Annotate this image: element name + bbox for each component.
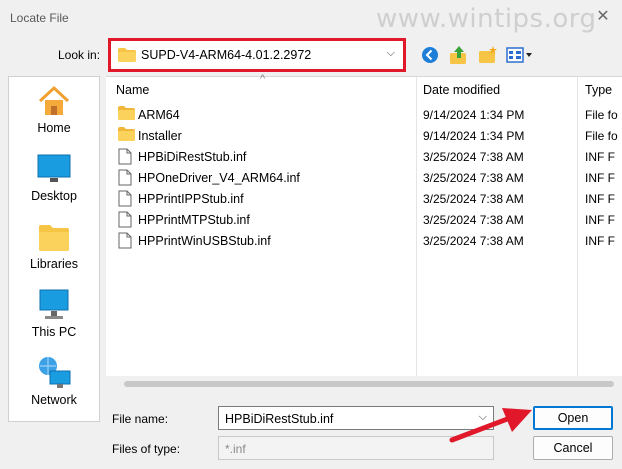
file-type: INF F (585, 192, 615, 206)
file-name: HPBiDiRestStub.inf (138, 150, 247, 164)
document-icon (118, 169, 132, 189)
title-bar: Locate File www.wintips.org ✕ (0, 0, 622, 34)
file-name: ARM64 (138, 108, 180, 122)
lookin-value: SUPD-V4-ARM64-4.01.2.2972 (141, 48, 312, 62)
file-name: HPPrintMTPStub.inf (138, 213, 250, 227)
file-row[interactable]: ARM64 9/14/2024 1:34 PM File fo (106, 104, 622, 125)
document-icon (118, 211, 132, 231)
filetype-label: Files of type: (112, 442, 181, 456)
file-date: 3/25/2024 7:38 AM (423, 192, 524, 206)
up-folder-icon[interactable] (447, 44, 471, 66)
file-date: 9/14/2024 1:34 PM (423, 108, 525, 122)
lookin-label: Look in: (58, 48, 101, 62)
column-header-date[interactable]: Date modified (423, 77, 500, 101)
filename-label: File name: (112, 412, 169, 426)
place-network-label: Network (31, 393, 77, 407)
file-type: INF F (585, 171, 615, 185)
libraries-icon (36, 219, 72, 255)
file-row[interactable]: HPBiDiRestStub.inf 3/25/2024 7:38 AM INF… (106, 146, 622, 167)
document-icon (118, 232, 132, 252)
watermark-text: www.wintips.org (376, 4, 597, 34)
places-bar: Home Desktop Libraries This PC Network (8, 76, 100, 422)
cancel-button[interactable]: Cancel (533, 436, 613, 460)
new-folder-icon[interactable] (476, 44, 500, 66)
horizontal-scrollbar[interactable] (106, 376, 622, 393)
place-this-pc[interactable]: This PC (9, 287, 99, 349)
place-desktop[interactable]: Desktop (9, 151, 99, 213)
window-title: Locate File (10, 11, 69, 25)
this-pc-icon (36, 287, 72, 323)
column-header-type[interactable]: Type (585, 77, 612, 101)
filename-value: HPBiDiRestStub.inf (225, 412, 334, 426)
place-libraries[interactable]: Libraries (9, 219, 99, 281)
home-icon (36, 83, 72, 119)
file-name: HPPrintIPPStub.inf (138, 192, 244, 206)
place-network[interactable]: Network (9, 355, 99, 417)
place-desktop-label: Desktop (31, 189, 77, 203)
file-row[interactable]: HPOneDriver_V4_ARM64.inf 3/25/2024 7:38 … (106, 167, 622, 188)
filetype-value: *.inf (225, 442, 246, 456)
file-row[interactable]: Installer 9/14/2024 1:34 PM File fo (106, 125, 622, 146)
file-name: Installer (138, 129, 182, 143)
file-date: 3/25/2024 7:38 AM (423, 150, 524, 164)
place-home-label: Home (37, 121, 71, 135)
red-arrow-icon (449, 408, 532, 443)
close-icon[interactable]: ✕ (592, 6, 614, 28)
file-type: File fo (585, 108, 618, 122)
file-date: 3/25/2024 7:38 AM (423, 213, 524, 227)
navigation-toolbar (418, 44, 535, 66)
sort-ascending-icon: ^ (260, 73, 266, 85)
document-icon (118, 148, 132, 168)
folder-icon (118, 48, 136, 65)
desktop-icon (36, 151, 72, 187)
place-home[interactable]: Home (9, 83, 99, 145)
file-row[interactable]: HPPrintWinUSBStub.inf 3/25/2024 7:38 AM … (106, 230, 622, 251)
file-date: 3/25/2024 7:38 AM (423, 234, 524, 248)
scrollbar-thumb[interactable] (124, 381, 614, 387)
file-row[interactable]: HPPrintIPPStub.inf 3/25/2024 7:38 AM INF… (106, 188, 622, 209)
file-type: INF F (585, 150, 615, 164)
file-type: INF F (585, 213, 615, 227)
folder-icon (118, 106, 135, 123)
view-menu-icon[interactable] (505, 44, 535, 66)
file-name: HPPrintWinUSBStub.inf (138, 234, 271, 248)
chevron-down-icon: ⌵ (386, 47, 395, 59)
lookin-dropdown[interactable]: SUPD-V4-ARM64-4.01.2.2972 ⌵ (108, 38, 406, 72)
file-list: ^ Name Date modified Type ARM64 9/14/202… (106, 73, 622, 377)
file-date: 9/14/2024 1:34 PM (423, 129, 525, 143)
folder-icon (118, 127, 135, 144)
file-type: File fo (585, 129, 618, 143)
file-row[interactable]: HPPrintMTPStub.inf 3/25/2024 7:38 AM INF… (106, 209, 622, 230)
document-icon (118, 190, 132, 210)
column-header-name[interactable]: Name (116, 77, 149, 101)
file-date: 3/25/2024 7:38 AM (423, 171, 524, 185)
file-type: INF F (585, 234, 615, 248)
place-this-pc-label: This PC (31, 325, 77, 339)
open-button[interactable]: Open (533, 406, 613, 430)
back-icon[interactable] (418, 44, 442, 66)
network-icon (36, 355, 72, 391)
place-libraries-label: Libraries (30, 257, 78, 271)
file-name: HPOneDriver_V4_ARM64.inf (138, 171, 300, 185)
